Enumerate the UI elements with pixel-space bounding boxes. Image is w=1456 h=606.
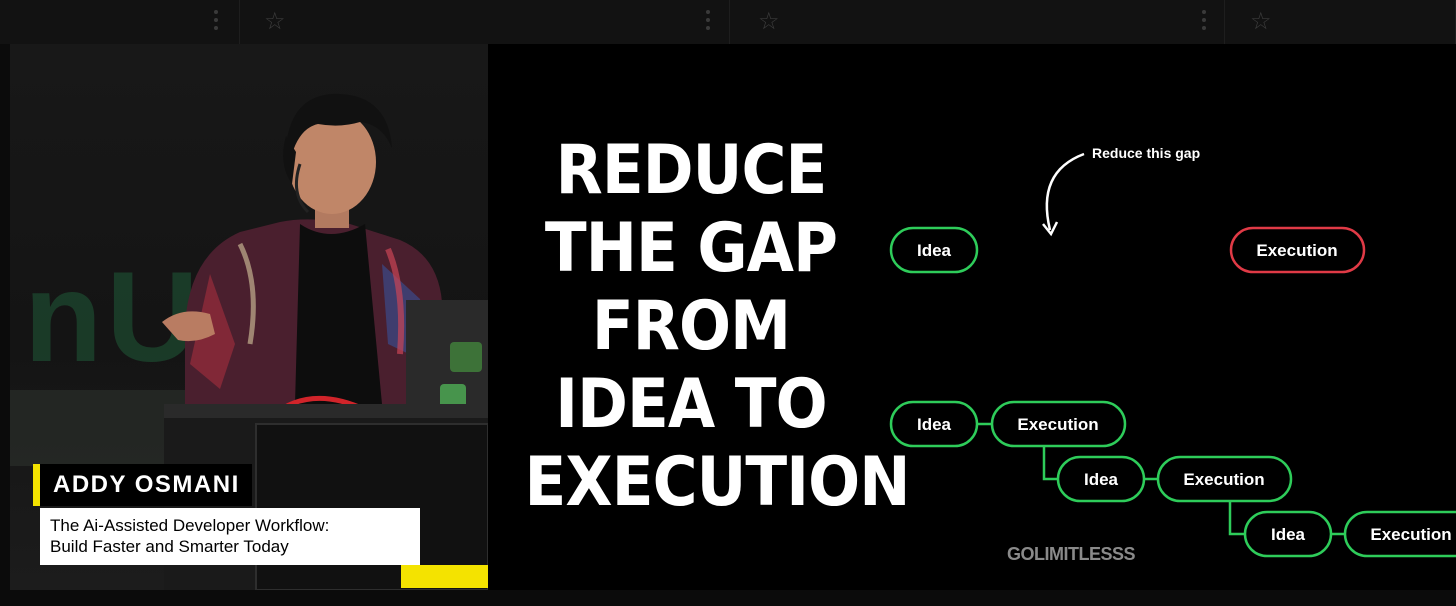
speaker-name: ADDY OSMANI [40,464,252,506]
talk-title-line-2: Build Faster and Smarter Today [50,537,289,556]
video-frame: ☆ ☆ ☆ nU ADDY OSMANI The Ai-Assisted Dev… [0,0,1456,606]
iteration-step-2: Idea Execution [1056,455,1293,503]
iteration-step-1: Idea Execution [889,400,1127,448]
iteration-step-3: Idea Execution [1243,510,1456,558]
execution-node-label: Execution [1183,470,1264,489]
gap-annotation: Reduce this gap [1092,145,1200,161]
talk-title: The Ai-Assisted Developer Workflow: Buil… [40,508,420,565]
idea-node-label: Idea [1084,470,1119,489]
idea-execution-diagram: Reduce this gap Idea Execution Idea Exec… [889,145,1456,558]
execution-node-top-label: Execution [1256,241,1337,260]
execution-node-label: Execution [1017,415,1098,434]
star-icon[interactable]: ☆ [264,6,286,36]
idea-node-label: Idea [917,415,952,434]
tile-strip-2 [730,0,1225,44]
brand-watermark: GOLIMITLESSS [1007,544,1136,564]
connector-line [1042,446,1058,481]
talk-title-line-1: The Ai-Assisted Developer Workflow: [50,516,330,535]
more-vertical-icon[interactable] [1202,10,1206,34]
connector-line [1228,501,1245,536]
tile-strip-1 [240,0,730,44]
more-vertical-icon[interactable] [214,10,218,34]
curved-arrow-icon [1045,152,1085,231]
star-icon[interactable]: ☆ [1250,6,1272,36]
more-vertical-icon[interactable] [706,10,710,34]
lower-third-caption: ADDY OSMANI The Ai-Assisted Developer Wo… [33,464,423,565]
star-icon[interactable]: ☆ [758,6,780,36]
presentation-slide: REDUCE THE GAP FROM IDEA TO EXECUTION Re… [488,44,1456,590]
idea-node-label: Idea [1271,525,1306,544]
lower-third-accent-bar [33,464,40,506]
execution-node-label: Execution [1370,525,1451,544]
idea-node-top-label: Idea [917,241,952,260]
tile-strip-left [0,0,240,44]
lower-third-yellow-chip [401,565,488,588]
